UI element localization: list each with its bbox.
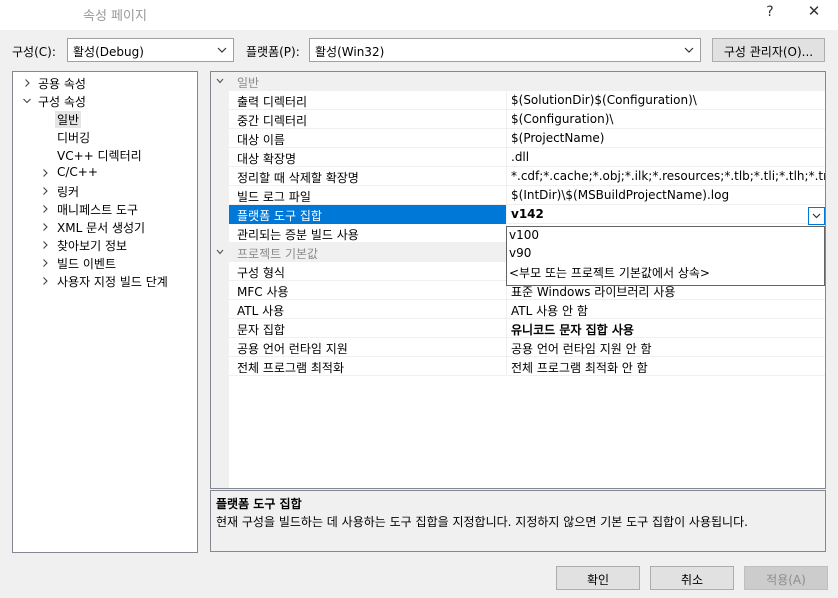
property-value[interactable]: ATL 사용 안 함 xyxy=(508,300,825,319)
property-value[interactable]: v142 xyxy=(508,205,825,224)
property-name: 빌드 로그 파일 xyxy=(229,186,507,205)
property-row[interactable]: 출력 디렉터리 $(SolutionDir)$(Configuration)\ xyxy=(229,91,825,110)
chevron-right-icon[interactable] xyxy=(39,167,51,179)
dropdown-option[interactable]: <부모 또는 프로젝트 기본값에서 상속> xyxy=(509,264,710,282)
category-label: 프로젝트 기본값 xyxy=(237,247,319,261)
property-name: 관리되는 증분 빌드 사용 xyxy=(229,224,507,243)
chevron-right-icon[interactable] xyxy=(39,185,51,197)
ok-label: 확인 xyxy=(586,573,610,587)
config-manager-label: 구성 관리자(O)... xyxy=(723,45,814,59)
title-bar: 속성 페이지 ? ✕ xyxy=(0,0,838,30)
property-value[interactable]: $(IntDir)\$(MSBuildProjectName).log xyxy=(508,186,825,205)
property-name: 대상 이름 xyxy=(229,129,507,148)
property-name: 공용 언어 런타임 지원 xyxy=(229,338,507,357)
property-name: 중간 디렉터리 xyxy=(229,110,507,129)
property-row[interactable]: 중간 디렉터리 $(Configuration)\ xyxy=(229,110,825,129)
config-select-value: 활성(Debug) xyxy=(73,45,144,59)
chevron-down-icon xyxy=(680,41,698,59)
chevron-down-icon xyxy=(812,213,821,219)
chevron-right-icon[interactable] xyxy=(39,239,51,251)
property-row[interactable]: 공용 언어 런타임 지원 공용 언어 런타임 지원 안 함 xyxy=(229,338,825,357)
property-name: 전체 프로그램 최적화 xyxy=(229,357,507,376)
config-select[interactable]: 활성(Debug) xyxy=(67,38,234,62)
grid-gutter xyxy=(211,72,229,488)
config-manager-button[interactable]: 구성 관리자(O)... xyxy=(712,38,825,62)
property-name: 문자 집합 xyxy=(229,319,507,338)
property-value[interactable]: *.cdf;*.cache;*.obj;*.ilk;*.resources;*.… xyxy=(508,167,825,186)
category-label: 일반 xyxy=(237,76,260,90)
tree-item-label: 디버깅 xyxy=(57,131,91,145)
property-name: ATL 사용 xyxy=(229,300,507,319)
cancel-button[interactable]: 취소 xyxy=(650,566,734,590)
property-name: 대상 확장명 xyxy=(229,148,507,167)
description-text: 현재 구성을 빌드하는 데 사용하는 도구 집합을 지정합니다. 지정하지 않으… xyxy=(216,515,748,529)
chevron-down-icon xyxy=(213,41,231,59)
apply-button[interactable]: 적용(A) xyxy=(744,566,828,590)
tree-item-label: 공용 속성 xyxy=(38,77,86,91)
tree-item-label: VC++ 디렉터리 xyxy=(57,149,142,163)
property-value[interactable]: $(SolutionDir)$(Configuration)\ xyxy=(508,91,825,110)
tree-item-label: 찾아보기 정보 xyxy=(57,239,128,253)
tree-item-label: 사용자 지정 빌드 단계 xyxy=(57,275,168,289)
help-button[interactable]: ? xyxy=(762,4,778,24)
platform-select[interactable]: 활성(Win32) xyxy=(309,38,701,62)
property-row[interactable]: ATL 사용 ATL 사용 안 함 xyxy=(229,300,825,319)
property-row[interactable]: 정리할 때 삭제할 확장명 *.cdf;*.cache;*.obj;*.ilk;*… xyxy=(229,167,825,186)
chevron-right-icon[interactable] xyxy=(39,203,51,215)
property-value[interactable]: .dll xyxy=(508,148,825,167)
category-row[interactable]: 일반 xyxy=(216,72,825,91)
tree-item-label: XML 문서 생성기 xyxy=(57,221,146,235)
platform-toolset-dropdown-button[interactable] xyxy=(808,207,825,225)
property-value[interactable]: 공용 언어 런타임 지원 안 함 xyxy=(508,338,825,357)
chevron-right-icon[interactable] xyxy=(39,221,51,233)
close-button[interactable]: ✕ xyxy=(804,2,824,24)
property-value[interactable]: 전체 프로그램 최적화 안 함 xyxy=(508,357,825,376)
property-name: 출력 디렉터리 xyxy=(229,91,507,110)
category-tree: 공용 속성구성 속성일반디버깅 VC++ 디렉터리 C/C++ 링커매니페스트 도구 X… xyxy=(12,71,198,553)
tree-item-label: 매니페스트 도구 xyxy=(57,203,139,217)
chevron-down-icon[interactable] xyxy=(215,76,225,86)
window-title: 속성 페이지 xyxy=(83,9,147,24)
platform-select-value: 활성(Win32) xyxy=(315,45,385,59)
property-value[interactable]: $(ProjectName) xyxy=(508,129,825,148)
chevron-right-icon[interactable] xyxy=(21,77,33,89)
cancel-label: 취소 xyxy=(680,573,704,587)
description-panel: 플랫폼 도구 집합 현재 구성을 빌드하는 데 사용하는 도구 집합을 지정합니… xyxy=(210,490,826,552)
dropdown-option[interactable]: v100 xyxy=(509,228,539,246)
tree-item-label: C/C++ xyxy=(57,165,98,179)
tree-item-label: 링커 xyxy=(57,185,80,199)
platform-toolset-dropdown: v100 v90 <부모 또는 프로젝트 기본값에서 상속> xyxy=(506,226,825,286)
chevron-right-icon[interactable] xyxy=(39,275,51,287)
tree-item-label: 일반 xyxy=(55,111,82,128)
dropdown-option[interactable]: v90 xyxy=(509,246,531,264)
property-name: MFC 사용 xyxy=(229,281,507,300)
property-row[interactable]: 플랫폼 도구 집합 v142 xyxy=(229,205,825,224)
config-label: 구성(C): xyxy=(12,45,56,59)
property-name: 정리할 때 삭제할 확장명 xyxy=(229,167,507,186)
tree-item-label: 빌드 이벤트 xyxy=(57,257,117,271)
property-value[interactable]: 유니코드 문자 집합 사용 xyxy=(508,319,825,338)
chevron-right-icon[interactable] xyxy=(39,257,51,269)
property-name: 플랫폼 도구 집합 xyxy=(229,205,507,224)
property-row[interactable]: 대상 확장명 .dll xyxy=(229,148,825,167)
property-row[interactable]: 전체 프로그램 최적화 전체 프로그램 최적화 안 함 xyxy=(229,357,825,376)
platform-label: 플랫폼(P): xyxy=(246,45,300,59)
ok-button[interactable]: 확인 xyxy=(556,566,640,590)
property-row[interactable]: 문자 집합 유니코드 문자 집합 사용 xyxy=(229,319,825,338)
description-title: 플랫폼 도구 집합 xyxy=(216,497,302,511)
apply-label: 적용(A) xyxy=(766,573,806,587)
property-row[interactable]: 대상 이름 $(ProjectName) xyxy=(229,129,825,148)
property-name: 구성 형식 xyxy=(229,262,507,281)
chevron-down-icon[interactable] xyxy=(215,247,225,257)
property-row[interactable]: 빌드 로그 파일 $(IntDir)\$(MSBuildProjectName).… xyxy=(229,186,825,205)
property-value[interactable]: $(Configuration)\ xyxy=(508,110,825,129)
tree-item-label: 구성 속성 xyxy=(38,95,86,109)
chevron-down-icon[interactable] xyxy=(21,95,33,107)
